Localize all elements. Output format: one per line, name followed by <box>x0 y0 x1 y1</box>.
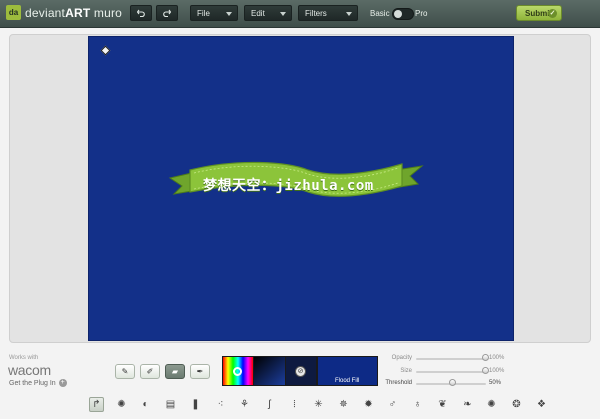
curl-brush-button[interactable]: ʃ <box>262 397 277 412</box>
pro-mode-label: Pro <box>415 9 428 18</box>
opacity-slider-knob[interactable] <box>482 354 489 361</box>
dots-brush-button[interactable]: ⁖ <box>213 397 228 412</box>
mode-toggle[interactable] <box>392 8 414 20</box>
circle-brush-icon: ◐ <box>142 399 149 410</box>
chain-brush-icon: ♁ <box>413 399 422 410</box>
undo-button[interactable] <box>130 5 152 21</box>
smudge-mode-button[interactable]: ✒ <box>190 364 210 379</box>
works-with-label: Works with <box>9 355 39 361</box>
plugin-link-text: Get the Plug In <box>9 379 56 387</box>
smudge-icon: ✒ <box>196 367 204 376</box>
web-brush-icon: ✵ <box>339 399 348 410</box>
mode-toggle-knob <box>394 10 402 18</box>
fur-brush-button[interactable]: ✹ <box>361 397 376 412</box>
chevron-down-icon <box>226 12 232 16</box>
deviantart-logo-icon: da <box>6 5 21 20</box>
opacity-value: 100% <box>489 355 505 361</box>
brand-suffix-text: muro <box>90 5 123 20</box>
wacom-logo: wacom <box>8 362 51 378</box>
feather-brush-icon: ❦ <box>438 399 447 410</box>
app-logo: da deviantART muro <box>6 5 122 20</box>
cube-brush-button[interactable]: ❖ <box>534 397 549 412</box>
ribbon-brush-icon: ♂ <box>388 399 397 410</box>
chevron-down-icon <box>346 12 352 16</box>
app-brand: deviantART muro <box>25 6 122 20</box>
lines-brush-button[interactable]: ⦙ <box>287 397 302 412</box>
edit-menu-label: Edit <box>251 8 265 18</box>
leaf-brush-button[interactable]: ❧ <box>460 397 475 412</box>
pencil-mode-button[interactable]: ✐ <box>140 364 160 379</box>
ribbon-brush-button[interactable]: ♂ <box>385 397 400 412</box>
ink-brush-icon: ❚ <box>191 399 200 410</box>
dots-brush-icon: ⁖ <box>217 399 224 410</box>
plus-icon: + <box>58 379 67 387</box>
soft-brush-button[interactable]: ✺ <box>114 397 129 412</box>
basic-mode-label: Basic <box>370 9 390 18</box>
drop-brush-button[interactable]: ✺ <box>484 397 499 412</box>
top-toolbar: da deviantART muro File Edit Filters Bas… <box>0 0 600 28</box>
threshold-slider-knob[interactable] <box>449 379 456 386</box>
edit-menu[interactable]: Edit <box>244 5 292 21</box>
banner-text: 梦想天空：jizhula.com <box>203 178 374 194</box>
size-slider-knob[interactable] <box>482 367 489 374</box>
filters-menu-label: Filters <box>305 8 327 18</box>
spray-brush-icon: ⚘ <box>240 399 249 410</box>
file-menu[interactable]: File <box>190 5 238 21</box>
get-plugin-link[interactable]: Get the Plug In + <box>9 379 67 387</box>
brand-text: deviant <box>25 5 66 20</box>
threshold-label: Threshold <box>385 380 412 386</box>
chevron-down-icon <box>280 12 286 16</box>
sketch-brush-button[interactable]: ✳ <box>311 397 326 412</box>
selection-tool-icon: ↱ <box>92 399 101 410</box>
fur-brush-icon: ✹ <box>364 399 373 410</box>
soft-brush-icon: ✺ <box>117 399 126 410</box>
brand-bold-text: ART <box>65 5 91 20</box>
spray-brush-button[interactable]: ⚘ <box>237 397 252 412</box>
eyedropper-icon: ⊘ <box>295 366 306 377</box>
pencil-icon: ✐ <box>146 367 154 376</box>
hue-picker[interactable] <box>222 356 254 386</box>
threshold-value: 50% <box>489 380 502 386</box>
ink-brush-button[interactable]: ❚ <box>188 397 203 412</box>
leaf-brush-icon: ❧ <box>463 399 472 410</box>
brush-icon: ✎ <box>121 367 129 376</box>
cube-brush-icon: ❖ <box>537 399 546 410</box>
redo-icon <box>163 9 171 17</box>
flood-fill-label: Flood Fill <box>335 378 360 384</box>
shade-picker[interactable] <box>253 356 286 386</box>
size-label: Size <box>400 368 412 374</box>
hatch-brush-button[interactable]: ▤ <box>163 397 178 412</box>
opacity-slider[interactable] <box>416 358 486 360</box>
curl-brush-icon: ʃ <box>268 399 271 410</box>
brush-mode-button[interactable]: ✎ <box>115 364 135 379</box>
file-menu-label: File <box>197 8 210 18</box>
drop-brush-icon: ✺ <box>487 399 496 410</box>
feather-brush-button[interactable]: ❦ <box>435 397 450 412</box>
lines-brush-icon: ⦙ <box>293 399 296 410</box>
eyedropper-button[interactable]: ⊘ <box>285 356 317 386</box>
eraser-mode-button[interactable]: ▰ <box>165 364 185 379</box>
size-value: 100% <box>489 368 505 374</box>
circle-brush-button[interactable]: ◐ <box>138 397 153 412</box>
hatch-brush-icon: ▤ <box>165 399 176 410</box>
pattern-brush-button[interactable]: ❂ <box>509 397 524 412</box>
opacity-label: Opacity <box>391 355 412 361</box>
selection-tool-button[interactable]: ↱ <box>89 397 104 412</box>
check-icon: ✓ <box>548 9 557 18</box>
filters-menu[interactable]: Filters <box>298 5 358 21</box>
sketch-brush-icon: ✳ <box>314 399 323 410</box>
submit-button[interactable]: Submit ✓ <box>516 5 562 21</box>
pattern-brush-icon: ❂ <box>512 399 521 410</box>
redo-button[interactable] <box>156 5 178 21</box>
web-brush-button[interactable]: ✵ <box>336 397 351 412</box>
undo-icon <box>137 9 145 17</box>
chain-brush-button[interactable]: ♁ <box>410 397 425 412</box>
size-slider[interactable] <box>416 371 486 373</box>
eraser-icon: ▰ <box>171 367 179 376</box>
hue-selector-ring <box>233 367 242 376</box>
